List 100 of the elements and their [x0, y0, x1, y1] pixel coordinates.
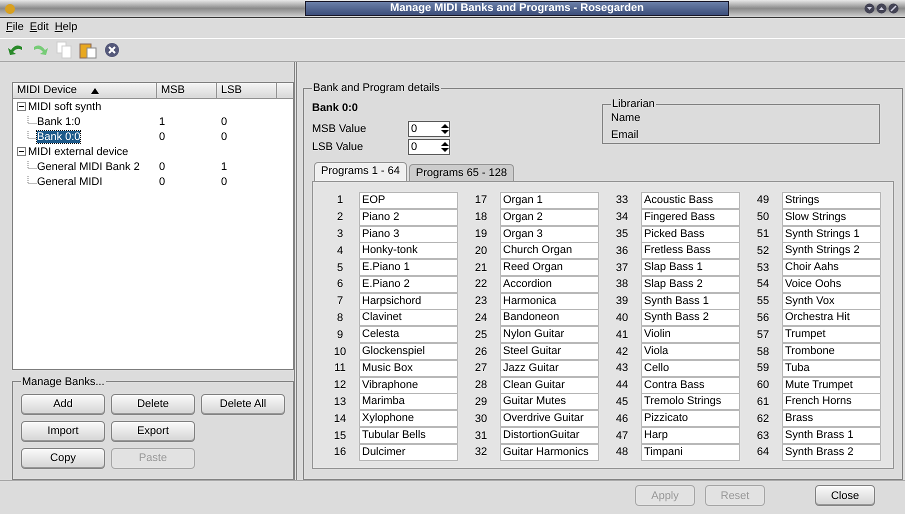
program-name-field[interactable]: E.Piano 2: [359, 276, 458, 293]
program-name-field[interactable]: Clavinet: [359, 309, 458, 326]
program-name-field[interactable]: Organ 1: [500, 192, 599, 209]
program-name-field[interactable]: Celesta: [359, 326, 458, 344]
program-name-field[interactable]: Piano 2: [359, 208, 458, 226]
menu-item[interactable]: Help: [54, 21, 78, 35]
tab[interactable]: Programs 1 - 64: [314, 162, 407, 181]
program-number: 46: [614, 412, 630, 425]
program-name-field[interactable]: Music Box: [359, 360, 458, 377]
program-name-field[interactable]: Contra Bass: [641, 376, 740, 394]
program-name-field[interactable]: Orchestra Hit: [782, 309, 881, 326]
program-name-field[interactable]: Harmonica: [500, 292, 599, 310]
program-name-field[interactable]: Church Organ: [500, 242, 599, 260]
program-number: 31: [474, 430, 488, 442]
maximize-icon[interactable]: [876, 3, 887, 14]
bank-button[interactable]: Delete: [111, 394, 195, 415]
program-name-field[interactable]: Guitar Harmonics: [500, 444, 599, 461]
tab[interactable]: Programs 65 - 128: [408, 164, 514, 181]
program-name-field[interactable]: Mute Trumpet: [782, 376, 881, 394]
program-name-field[interactable]: Synth Strings 2: [782, 242, 881, 260]
program-name-field[interactable]: Fingered Bass: [641, 208, 740, 226]
close-icon[interactable]: [102, 41, 122, 59]
program-name-field[interactable]: Viola: [641, 343, 740, 360]
program-name-field[interactable]: Choir Aahs: [782, 259, 881, 276]
program-name-field[interactable]: Clean Guitar: [500, 376, 599, 394]
tree-item[interactable]: General MIDI Bank 2: [37, 160, 140, 172]
bank-button[interactable]: Import: [21, 420, 105, 442]
program-name-field[interactable]: Trumpet: [782, 326, 881, 344]
bank-button[interactable]: Add: [21, 394, 105, 415]
program-name-field[interactable]: Tremolo Strings: [641, 393, 740, 410]
program-name-field[interactable]: Slap Bass 1: [641, 259, 740, 276]
program-number: 52: [756, 244, 770, 257]
program-name-field[interactable]: Glockenspiel: [359, 343, 458, 360]
program-name-field[interactable]: Xylophone: [359, 410, 458, 428]
tree-item[interactable]: MIDI soft synth: [28, 100, 102, 112]
program-name-field[interactable]: Nylon Guitar: [500, 326, 599, 344]
program-name-field[interactable]: Slow Strings: [782, 208, 881, 226]
program-name-field[interactable]: Voice Oohs: [782, 276, 881, 293]
table-cell-text: 0: [220, 130, 228, 142]
program-name-field[interactable]: Strings: [782, 192, 881, 209]
column-header[interactable]: LSB: [221, 83, 242, 98]
program-name-field[interactable]: Bandoneon: [500, 309, 599, 326]
tree-item[interactable]: MIDI external device: [28, 146, 128, 158]
column-header[interactable]: MSB: [161, 83, 185, 98]
program-name-field[interactable]: Tuba: [782, 360, 881, 377]
program-name-field[interactable]: Timpani: [641, 444, 740, 461]
minimize-icon[interactable]: [864, 3, 875, 14]
program-name-field[interactable]: EOP: [359, 192, 458, 209]
program-name-field[interactable]: Guitar Mutes: [500, 393, 599, 410]
program-number: 8: [336, 312, 344, 324]
program-name-field[interactable]: E.Piano 1: [359, 259, 458, 276]
program-name-field[interactable]: Vibraphone: [359, 376, 458, 394]
collapse-icon[interactable]: [17, 147, 26, 156]
program-name-field[interactable]: Synth Brass 1: [782, 427, 881, 444]
column-header[interactable]: MIDI Device: [17, 83, 77, 98]
menu-item[interactable]: Edit: [30, 21, 49, 35]
tree-item[interactable]: General MIDI: [37, 176, 102, 188]
program-name-field[interactable]: Dulcimer: [359, 444, 458, 461]
program-name-field[interactable]: DistortionGuitar: [500, 427, 599, 444]
program-name-field[interactable]: Pizzicato: [641, 410, 740, 428]
program-name-field[interactable]: Acoustic Bass: [641, 192, 740, 209]
bank-button[interactable]: Copy: [21, 448, 105, 469]
program-name-field[interactable]: Fretless Bass: [641, 242, 740, 260]
spin-box[interactable]: 0: [408, 121, 450, 137]
program-name-field[interactable]: Accordion: [500, 276, 599, 293]
program-name-field[interactable]: Synth Bass 2: [641, 309, 740, 326]
program-name-field[interactable]: Synth Bass 1: [641, 292, 740, 310]
program-name-field[interactable]: Picked Bass: [641, 226, 740, 242]
program-name-field[interactable]: Synth Vox: [782, 292, 881, 310]
bank-button[interactable]: Delete All: [201, 394, 285, 415]
program-name-field[interactable]: Organ 2: [500, 208, 599, 226]
program-name-field[interactable]: Harp: [641, 427, 740, 444]
bank-button[interactable]: Export: [111, 420, 195, 442]
program-name-field[interactable]: Piano 3: [359, 226, 458, 242]
program-name-field[interactable]: Jazz Guitar: [500, 360, 599, 377]
program-name-field[interactable]: Synth Strings 1: [782, 226, 881, 242]
tree-item[interactable]: Bank 1:0: [37, 116, 80, 128]
program-name-field[interactable]: Tubular Bells: [359, 427, 458, 444]
program-name-field[interactable]: Steel Guitar: [500, 343, 599, 360]
program-name-field[interactable]: Overdrive Guitar: [500, 410, 599, 428]
program-name-field[interactable]: Violin: [641, 326, 740, 344]
program-name-field[interactable]: Honky-tonk: [359, 242, 458, 260]
program-name-field[interactable]: Synth Brass 2: [782, 444, 881, 461]
close-icon[interactable]: [888, 3, 899, 14]
program-name-field[interactable]: Reed Organ: [500, 259, 599, 276]
menu-item[interactable]: File: [6, 21, 24, 35]
program-number: 6: [336, 278, 344, 290]
program-name-field[interactable]: French Horns: [782, 393, 881, 410]
program-name-field[interactable]: Trombone: [782, 343, 881, 360]
program-name-field[interactable]: Organ 3: [500, 226, 599, 242]
program-name-field[interactable]: Marimba: [359, 393, 458, 410]
dialog-button[interactable]: Close: [815, 485, 875, 506]
program-name-field[interactable]: Harpsichord: [359, 292, 458, 310]
program-name-field[interactable]: Cello: [641, 360, 740, 377]
spin-box[interactable]: 0: [408, 139, 450, 155]
collapse-icon[interactable]: [17, 102, 26, 111]
program-name-field[interactable]: Brass: [782, 410, 881, 428]
program-name-field[interactable]: Slap Bass 2: [641, 276, 740, 293]
paste-icon[interactable]: [78, 41, 98, 59]
tree-item[interactable]: Bank 0:0: [37, 130, 80, 142]
